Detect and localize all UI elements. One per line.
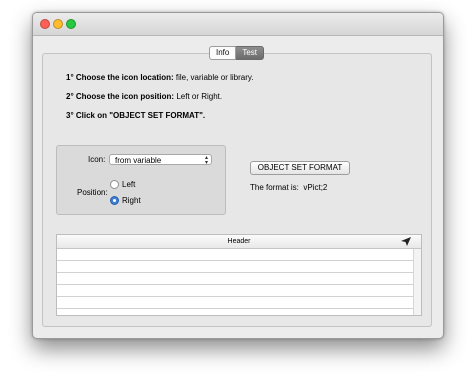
instruction-1: 1° Choose the icon location: file, varia…	[66, 73, 254, 82]
result-line: The format is: vPict;2	[250, 183, 327, 192]
vertical-scrollbar[interactable]	[413, 249, 421, 315]
table-row[interactable]	[57, 261, 413, 273]
tab-panel: 1° Choose the icon location: file, varia…	[42, 53, 432, 327]
instruction-3: 3° Click on "OBJECT SET FORMAT".	[66, 111, 205, 120]
radio-right-label: Right	[122, 196, 141, 205]
result-label: The format is:	[250, 183, 299, 192]
table-row[interactable]	[57, 297, 413, 309]
paper-plane-icon	[401, 237, 411, 246]
position-label: Position:	[77, 188, 108, 197]
instruction-1-text: file, variable or library.	[173, 73, 254, 82]
result-value: vPict;2	[303, 183, 328, 192]
list-header[interactable]: Header	[57, 235, 421, 249]
tab-bar: Info Test	[209, 46, 265, 60]
radio-left-label: Left	[122, 180, 136, 189]
instruction-2-bold: 2° Choose the icon position:	[66, 92, 175, 101]
list-box[interactable]: Header	[56, 234, 422, 316]
instruction-2: 2° Choose the icon position: Left or Rig…	[66, 92, 222, 101]
instruction-2-text: Left or Right.	[174, 92, 223, 101]
title-bar	[33, 13, 443, 36]
icon-label: Icon:	[88, 155, 106, 164]
instruction-1-bold: 1° Choose the icon location:	[66, 73, 174, 82]
select-arrows-icon: ▴ ▾	[204, 155, 208, 166]
tab-test[interactable]: Test	[236, 46, 265, 60]
close-window-button[interactable]	[40, 19, 50, 29]
app-window: Info Test 1° Choose the icon location: f…	[32, 12, 444, 339]
zoom-window-button[interactable]	[66, 19, 76, 29]
icon-location-select[interactable]: from variable ▴ ▾	[109, 154, 212, 166]
table-row[interactable]	[57, 249, 413, 261]
radio-right[interactable]	[110, 196, 119, 205]
list-header-label: Header	[227, 238, 251, 245]
table-row[interactable]	[57, 285, 413, 297]
minimize-window-button[interactable]	[53, 19, 63, 29]
radio-left[interactable]	[110, 180, 119, 189]
instruction-3-bold: 3° Click on "OBJECT SET FORMAT".	[66, 111, 206, 120]
icon-location-value: from variable	[115, 156, 162, 165]
tab-info[interactable]: Info	[209, 46, 237, 60]
object-set-format-button[interactable]: OBJECT SET FORMAT	[250, 161, 350, 175]
table-row[interactable]	[57, 273, 413, 285]
